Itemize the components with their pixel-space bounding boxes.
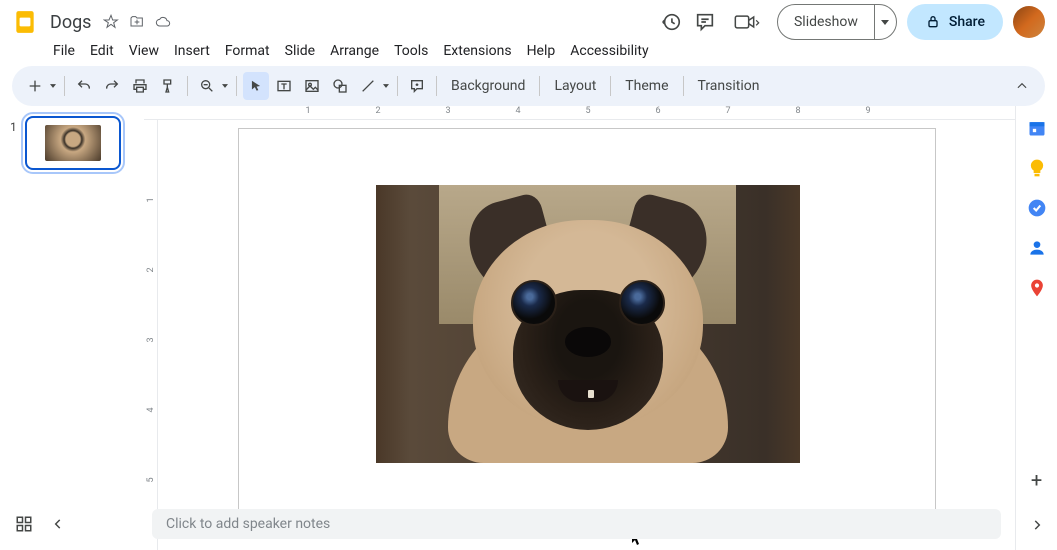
keep-icon[interactable]	[1027, 158, 1047, 178]
menu-view[interactable]: View	[122, 40, 166, 62]
slideshow-dropdown-arrow[interactable]	[874, 5, 896, 39]
slide-image[interactable]	[376, 185, 800, 463]
prev-slide-icon[interactable]	[48, 514, 68, 534]
meet-icon[interactable]	[727, 10, 767, 34]
tasks-icon[interactable]	[1027, 198, 1047, 218]
calendar-icon[interactable]	[1027, 118, 1047, 138]
filmstrip[interactable]: 1	[0, 106, 144, 550]
menu-format[interactable]: Format	[218, 40, 277, 62]
line-button[interactable]	[355, 72, 381, 100]
grid-view-icon[interactable]	[14, 514, 34, 534]
collapse-toolbar-button[interactable]	[1009, 72, 1035, 100]
cloud-status-icon[interactable]	[155, 14, 171, 30]
toolbar: Background Layout Theme Transition	[12, 66, 1045, 106]
account-avatar[interactable]	[1013, 6, 1045, 38]
slide-thumbnail[interactable]	[25, 116, 121, 170]
star-icon[interactable]	[103, 14, 119, 30]
move-icon[interactable]	[129, 14, 145, 30]
comments-icon[interactable]	[693, 10, 717, 34]
history-icon[interactable]	[659, 10, 683, 34]
maps-icon[interactable]	[1027, 278, 1047, 298]
title-area: Dogs	[46, 11, 659, 34]
header: Dogs Slideshow Share	[0, 0, 1057, 38]
menu-file[interactable]: File	[46, 40, 82, 62]
layout-button[interactable]: Layout	[546, 78, 604, 94]
menu-accessibility[interactable]: Accessibility	[563, 40, 655, 62]
main-area: 1 1 2 3 4 5 6 7 8 9 1 2 3 4 5	[0, 106, 1057, 550]
bottom-bar: Click to add speaker notes	[0, 503, 1015, 545]
slide-canvas[interactable]	[238, 128, 936, 522]
print-button[interactable]	[127, 72, 153, 100]
image-button[interactable]	[299, 72, 325, 100]
horizontal-ruler[interactable]: 1 2 3 4 5 6 7 8 9	[144, 106, 1015, 120]
zoom-dropdown[interactable]	[222, 84, 230, 88]
background-button[interactable]: Background	[443, 78, 533, 94]
menu-bar: File Edit View Insert Format Slide Arran…	[0, 40, 1057, 62]
menu-insert[interactable]: Insert	[167, 40, 217, 62]
header-right: Slideshow Share	[659, 4, 1045, 40]
menu-tools[interactable]: Tools	[387, 40, 435, 62]
menu-extensions[interactable]: Extensions	[436, 40, 518, 62]
slide-number: 1	[6, 116, 23, 540]
vertical-ruler[interactable]: 1 2 3 4 5	[144, 120, 158, 550]
select-tool-button[interactable]	[243, 72, 269, 100]
line-dropdown[interactable]	[383, 84, 391, 88]
menu-edit[interactable]: Edit	[83, 40, 121, 62]
new-slide-button[interactable]	[22, 72, 48, 100]
slideshow-button[interactable]: Slideshow	[777, 4, 897, 40]
theme-button[interactable]: Theme	[617, 78, 676, 94]
undo-button[interactable]	[71, 72, 97, 100]
menu-arrange[interactable]: Arrange	[323, 40, 386, 62]
slides-logo[interactable]	[12, 9, 38, 35]
canvas-area: 1 2 3 4 5 6 7 8 9 1 2 3 4 5	[144, 106, 1015, 550]
speaker-notes-input[interactable]: Click to add speaker notes	[152, 509, 1001, 539]
contacts-icon[interactable]	[1027, 238, 1047, 258]
side-panel: +	[1015, 106, 1057, 550]
comment-button[interactable]	[404, 72, 430, 100]
menu-help[interactable]: Help	[520, 40, 563, 62]
zoom-button[interactable]	[194, 72, 220, 100]
shape-button[interactable]	[327, 72, 353, 100]
redo-button[interactable]	[99, 72, 125, 100]
text-box-button[interactable]	[271, 72, 297, 100]
new-slide-dropdown[interactable]	[50, 84, 58, 88]
transition-button[interactable]: Transition	[690, 78, 768, 94]
expand-side-panel-icon[interactable]	[1027, 515, 1047, 535]
paint-format-button[interactable]	[155, 72, 181, 100]
document-title[interactable]: Dogs	[46, 11, 95, 34]
share-button[interactable]: Share	[907, 4, 1003, 40]
add-on-button[interactable]: +	[1027, 470, 1047, 490]
canvas-background[interactable]	[158, 120, 1015, 550]
menu-slide[interactable]: Slide	[278, 40, 322, 62]
